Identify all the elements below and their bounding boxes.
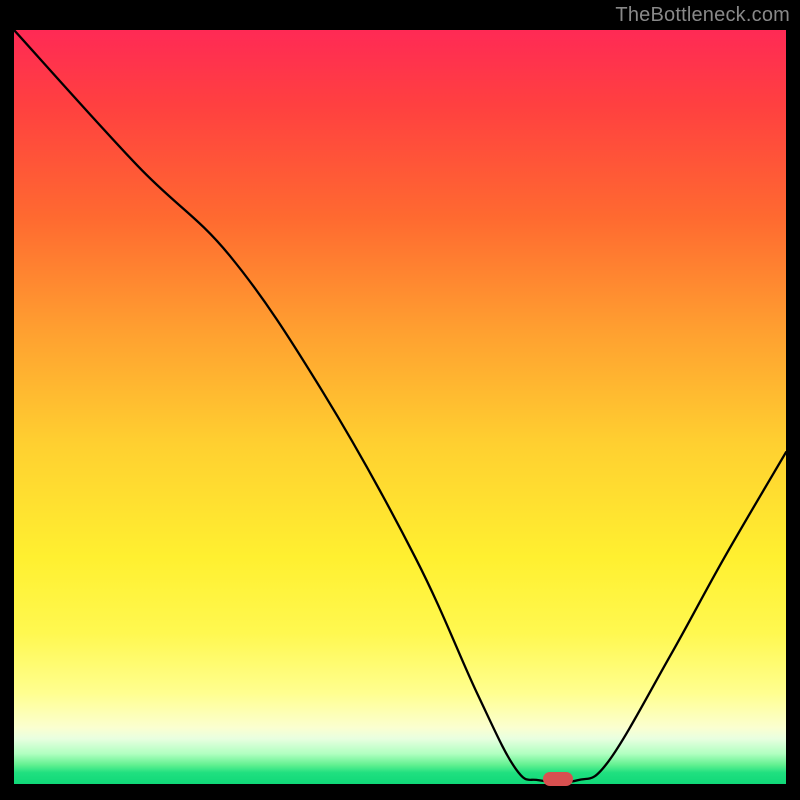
plot-area <box>14 30 786 784</box>
curve-svg <box>14 30 786 784</box>
bottleneck-curve-path <box>14 30 786 782</box>
bottleneck-chart: TheBottleneck.com <box>0 0 800 800</box>
optimum-marker <box>543 772 573 786</box>
watermark-text: TheBottleneck.com <box>615 4 790 27</box>
